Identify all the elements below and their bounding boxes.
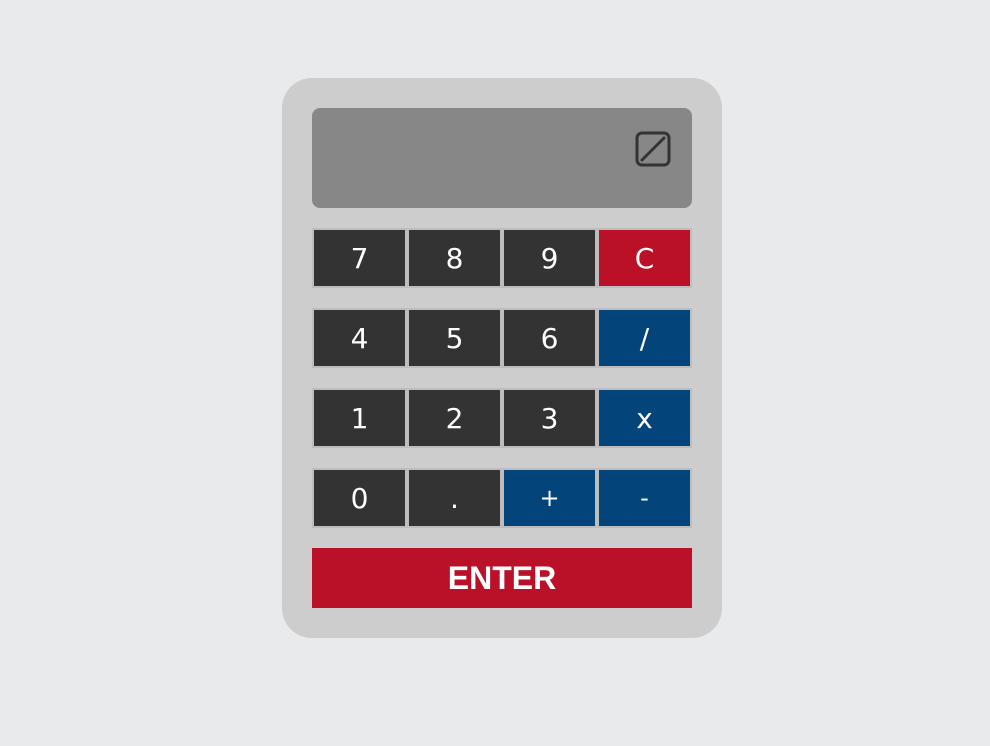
enter-button[interactable]: ENTER [312,548,692,608]
key-5[interactable]: 5 [407,308,502,368]
key-1[interactable]: 1 [312,388,407,448]
keypad: 7 8 9 C 4 5 6 / 1 2 3 x 0 . + - [312,228,692,528]
display-clear-icon[interactable] [635,131,671,167]
calculator: 7 8 9 C 4 5 6 / 1 2 3 x 0 . + - ENTER [282,78,722,638]
key-row: 0 . + - [312,468,692,528]
key-8[interactable]: 8 [407,228,502,288]
key-2[interactable]: 2 [407,388,502,448]
key-4[interactable]: 4 [312,308,407,368]
key-6[interactable]: 6 [502,308,597,368]
key-7[interactable]: 7 [312,228,407,288]
key-clear[interactable]: C [597,228,692,288]
key-9[interactable]: 9 [502,228,597,288]
key-plus[interactable]: + [502,468,597,528]
key-minus[interactable]: - [597,468,692,528]
key-multiply[interactable]: x [597,388,692,448]
key-3[interactable]: 3 [502,388,597,448]
key-decimal[interactable]: . [407,468,502,528]
key-row: 1 2 3 x [312,388,692,448]
key-row: 4 5 6 / [312,308,692,368]
key-divide[interactable]: / [597,308,692,368]
key-row: 7 8 9 C [312,228,692,288]
calculator-display [312,108,692,208]
key-0[interactable]: 0 [312,468,407,528]
